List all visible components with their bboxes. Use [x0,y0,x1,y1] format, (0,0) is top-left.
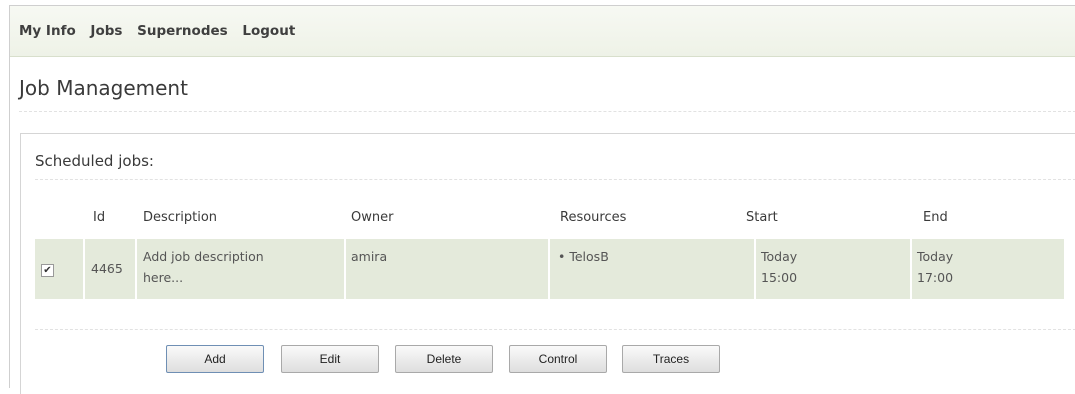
job-description-line-2: here... [143,270,184,285]
job-start-day: Today [761,249,798,264]
job-start-time: 15:00 [761,270,798,285]
nav-logout-link[interactable]: Logout [242,23,295,39]
panel-divider-top [35,179,1075,180]
job-description[interactable]: Add job description here... [143,246,264,288]
page-title: Job Management [19,76,188,100]
title-divider [19,111,1075,112]
edit-button[interactable]: Edit [281,345,379,373]
app-frame: My Info Jobs Supernodes Logout Job Manag… [9,5,1075,394]
column-header-end: End [923,210,948,225]
job-owner: amira [351,249,388,264]
nav-my-info-link[interactable]: My Info [19,23,76,39]
add-button[interactable]: Add [166,345,264,373]
resource-item: TelosB [569,249,609,264]
resource-bullet-icon: • [558,249,566,264]
job-start: Today 15:00 [761,246,797,288]
job-resources: • TelosB [558,246,609,267]
job-end-time: 17:00 [917,270,954,285]
column-header-id: Id [93,210,106,225]
job-id: 4465 [91,261,123,276]
traces-button[interactable]: Traces [622,345,720,373]
column-header-resources: Resources [560,210,627,225]
column-header-start: Start [746,210,778,225]
nav-supernodes-link[interactable]: Supernodes [137,23,228,39]
nav-jobs-link[interactable]: Jobs [90,23,122,39]
scheduled-jobs-title: Scheduled jobs: [35,152,154,170]
delete-button[interactable]: Delete [395,345,493,373]
panel-divider-bottom [35,329,1075,330]
column-header-description: Description [143,210,218,225]
job-description-line-1: Add job description [143,249,264,264]
job-row-checkbox[interactable]: ✔ [41,264,54,277]
job-end-day: Today [917,249,954,264]
column-header-owner: Owner [351,210,394,225]
scheduled-jobs-panel: Scheduled jobs: Id Description Owner Res… [20,133,1075,394]
top-nav: My Info Jobs Supernodes Logout [10,6,1075,57]
job-end: Today 17:00 [917,246,953,288]
control-button[interactable]: Control [509,345,607,373]
nav-links: My Info Jobs Supernodes Logout [19,23,305,39]
